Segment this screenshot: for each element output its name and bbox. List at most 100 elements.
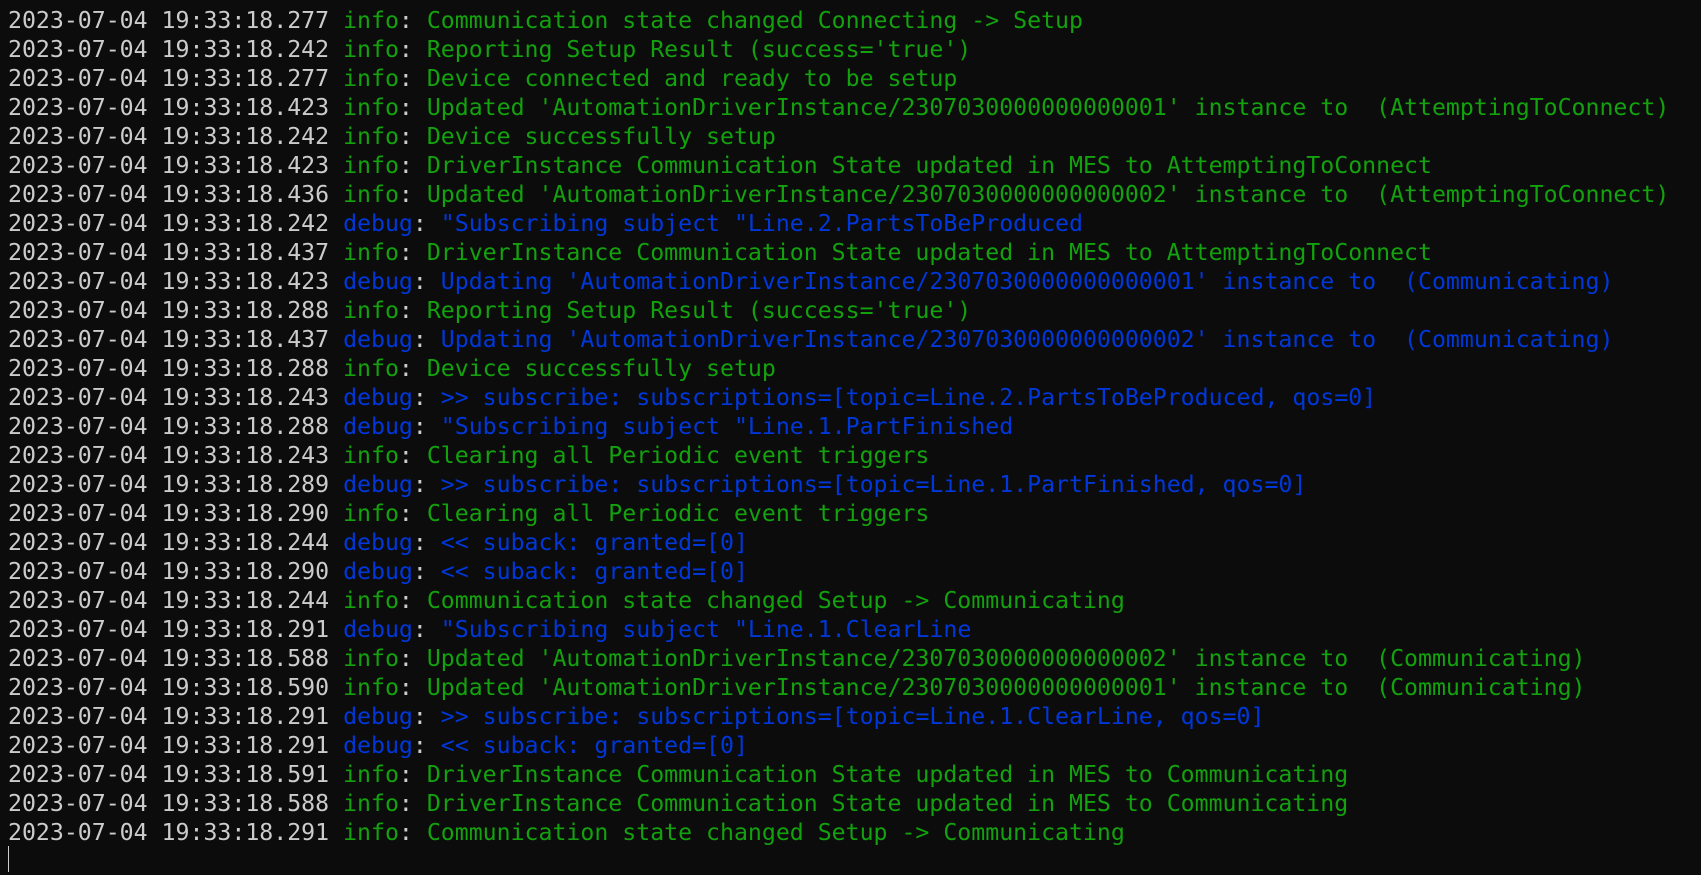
log-level-separator: : — [398, 500, 427, 527]
log-timestamp: 2023-07-04 19:33:18.291 — [8, 732, 330, 759]
log-message: Updated 'AutomationDriverInstance/230703… — [426, 674, 1586, 701]
log-message: Communication state changed Setup -> Com… — [426, 587, 1125, 614]
log-timestamp: 2023-07-04 19:33:18.242 — [8, 36, 330, 63]
log-level-separator: : — [398, 36, 427, 63]
log-timestamp: 2023-07-04 19:33:18.242 — [8, 210, 330, 237]
log-level: debug — [343, 558, 413, 585]
log-line: 2023-07-04 19:33:18.437 info: DriverInst… — [8, 238, 1698, 267]
log-message: Clearing all Periodic event triggers — [426, 500, 930, 527]
log-level: info — [343, 442, 399, 469]
log-level: info — [343, 761, 399, 788]
log-message: Device successfully setup — [426, 355, 776, 382]
log-level-separator: : — [398, 355, 427, 382]
log-timestamp: 2023-07-04 19:33:18.590 — [8, 674, 330, 701]
log-timestamp: 2023-07-04 19:33:18.243 — [8, 384, 330, 411]
log-message: Updated 'AutomationDriverInstance/230703… — [426, 181, 1670, 208]
log-level: info — [343, 152, 399, 179]
log-line: 2023-07-04 19:33:18.437 debug: Updating … — [8, 325, 1698, 354]
log-line: 2023-07-04 19:33:18.588 info: Updated 'A… — [8, 644, 1698, 673]
log-timestamp: 2023-07-04 19:33:18.423 — [8, 152, 330, 179]
log-timestamp: 2023-07-04 19:33:18.277 — [8, 7, 330, 34]
log-timestamp: 2023-07-04 19:33:18.436 — [8, 181, 330, 208]
log-level-separator: : — [398, 442, 427, 469]
log-line: 2023-07-04 19:33:18.423 debug: Updating … — [8, 267, 1698, 296]
log-level: info — [343, 65, 399, 92]
log-level: info — [343, 587, 399, 614]
log-level-separator: : — [398, 7, 427, 34]
log-message: >> subscribe: subscriptions=[topic=Line.… — [440, 703, 1265, 730]
log-level: info — [343, 36, 399, 63]
log-level-separator: : — [398, 674, 427, 701]
log-level: debug — [343, 413, 413, 440]
log-message: >> subscribe: subscriptions=[topic=Line.… — [440, 384, 1377, 411]
log-level-separator: : — [398, 587, 427, 614]
log-timestamp: 2023-07-04 19:33:18.437 — [8, 326, 330, 353]
log-level-separator: : — [412, 616, 441, 643]
terminal-output[interactable]: 2023-07-04 19:33:18.277 info: Communicat… — [8, 6, 1698, 847]
log-message: Device successfully setup — [426, 123, 776, 150]
log-timestamp: 2023-07-04 19:33:18.437 — [8, 239, 330, 266]
log-level: debug — [343, 210, 413, 237]
log-line: 2023-07-04 19:33:18.288 debug: "Subscrib… — [8, 412, 1698, 441]
log-level-separator: : — [398, 790, 427, 817]
log-level: info — [343, 181, 399, 208]
log-line: 2023-07-04 19:33:18.436 info: Updated 'A… — [8, 180, 1698, 209]
log-level-separator: : — [398, 65, 427, 92]
log-line: 2023-07-04 19:33:18.588 info: DriverInst… — [8, 789, 1698, 818]
log-line: 2023-07-04 19:33:18.289 debug: >> subscr… — [8, 470, 1698, 499]
log-level: info — [343, 94, 399, 121]
log-line: 2023-07-04 19:33:18.291 info: Communicat… — [8, 818, 1698, 847]
log-level-separator: : — [398, 239, 427, 266]
log-level-separator: : — [412, 529, 441, 556]
log-level-separator: : — [398, 181, 427, 208]
log-timestamp: 2023-07-04 19:33:18.588 — [8, 645, 330, 672]
log-level: info — [343, 297, 399, 324]
log-message: DriverInstance Communication State updat… — [426, 761, 1349, 788]
log-level-separator: : — [398, 94, 427, 121]
log-line: 2023-07-04 19:33:18.590 info: Updated 'A… — [8, 673, 1698, 702]
log-level-separator: : — [412, 384, 441, 411]
log-timestamp: 2023-07-04 19:33:18.288 — [8, 297, 330, 324]
log-message: Updating 'AutomationDriverInstance/23070… — [440, 326, 1614, 353]
log-level-separator: : — [412, 703, 441, 730]
log-line: 2023-07-04 19:33:18.290 info: Clearing a… — [8, 499, 1698, 528]
log-line: 2023-07-04 19:33:18.423 info: Updated 'A… — [8, 93, 1698, 122]
log-timestamp: 2023-07-04 19:33:18.291 — [8, 616, 330, 643]
log-level: info — [343, 239, 399, 266]
log-timestamp: 2023-07-04 19:33:18.243 — [8, 442, 330, 469]
text-cursor — [8, 846, 9, 872]
log-level-separator: : — [412, 471, 441, 498]
log-line: 2023-07-04 19:33:18.244 info: Communicat… — [8, 586, 1698, 615]
log-timestamp: 2023-07-04 19:33:18.288 — [8, 413, 330, 440]
log-line: 2023-07-04 19:33:18.288 info: Device suc… — [8, 354, 1698, 383]
log-line: 2023-07-04 19:33:18.290 debug: << suback… — [8, 557, 1698, 586]
log-line: 2023-07-04 19:33:18.242 debug: "Subscrib… — [8, 209, 1698, 238]
log-level-separator: : — [412, 326, 441, 353]
log-timestamp: 2023-07-04 19:33:18.291 — [8, 819, 330, 846]
log-message: Updating 'AutomationDriverInstance/23070… — [440, 268, 1614, 295]
log-timestamp: 2023-07-04 19:33:18.244 — [8, 529, 330, 556]
log-level-separator: : — [398, 819, 427, 846]
log-level-separator: : — [398, 761, 427, 788]
log-level-separator: : — [412, 210, 441, 237]
log-level: debug — [343, 529, 413, 556]
log-line: 2023-07-04 19:33:18.291 debug: >> subscr… — [8, 702, 1698, 731]
log-level: debug — [343, 268, 413, 295]
log-message: DriverInstance Communication State updat… — [426, 790, 1349, 817]
log-timestamp: 2023-07-04 19:33:18.290 — [8, 500, 330, 527]
log-timestamp: 2023-07-04 19:33:18.290 — [8, 558, 330, 585]
log-level: info — [343, 790, 399, 817]
log-timestamp: 2023-07-04 19:33:18.277 — [8, 65, 330, 92]
log-message: Updated 'AutomationDriverInstance/230703… — [426, 94, 1670, 121]
log-level: debug — [343, 326, 413, 353]
log-level: debug — [343, 384, 413, 411]
log-level: info — [343, 819, 399, 846]
log-timestamp: 2023-07-04 19:33:18.588 — [8, 790, 330, 817]
log-line: 2023-07-04 19:33:18.291 debug: << suback… — [8, 731, 1698, 760]
log-timestamp: 2023-07-04 19:33:18.591 — [8, 761, 330, 788]
log-message: "Subscribing subject "Line.1.ClearLine — [440, 616, 972, 643]
log-message: << suback: granted=[0] — [440, 732, 748, 759]
log-message: DriverInstance Communication State updat… — [426, 152, 1432, 179]
log-level: debug — [343, 471, 413, 498]
log-message: Reporting Setup Result (success='true') — [426, 297, 972, 324]
